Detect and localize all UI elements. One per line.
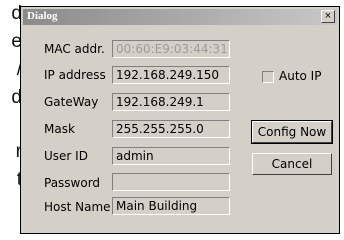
ip-address-field[interactable]: 192.168.249.150: [112, 66, 230, 84]
config-now-button[interactable]: Config Now: [251, 120, 333, 144]
network-config-dialog: Dialog × MAC addr. 00:60:E9:03:44:31 IP …: [20, 6, 340, 234]
gateway-label: GateWay: [44, 95, 99, 109]
mask-label: Mask: [44, 122, 75, 136]
close-button[interactable]: ×: [321, 10, 335, 23]
cancel-button[interactable]: Cancel: [252, 153, 332, 175]
auto-ip-checkbox[interactable]: [262, 71, 274, 83]
host-name-field[interactable]: Main Building: [112, 197, 230, 215]
dialog-title: Dialog: [27, 10, 58, 22]
background-text: d e / d r t: [0, 0, 22, 240]
password-field[interactable]: [112, 173, 230, 191]
ip-address-label: IP address: [44, 68, 106, 82]
host-name-label: Host Name: [44, 200, 111, 214]
user-id-field[interactable]: admin: [112, 147, 230, 165]
auto-ip-label: Auto IP: [279, 69, 322, 83]
mac-field: 00:60:E9:03:44:31: [112, 40, 230, 58]
user-id-label: User ID: [44, 149, 88, 163]
password-label: Password: [44, 176, 101, 190]
title-bar[interactable]: Dialog ×: [23, 9, 337, 25]
gateway-field[interactable]: 192.168.249.1: [112, 93, 230, 111]
mask-field[interactable]: 255.255.255.0: [112, 120, 230, 138]
mac-label: MAC addr.: [44, 42, 105, 56]
